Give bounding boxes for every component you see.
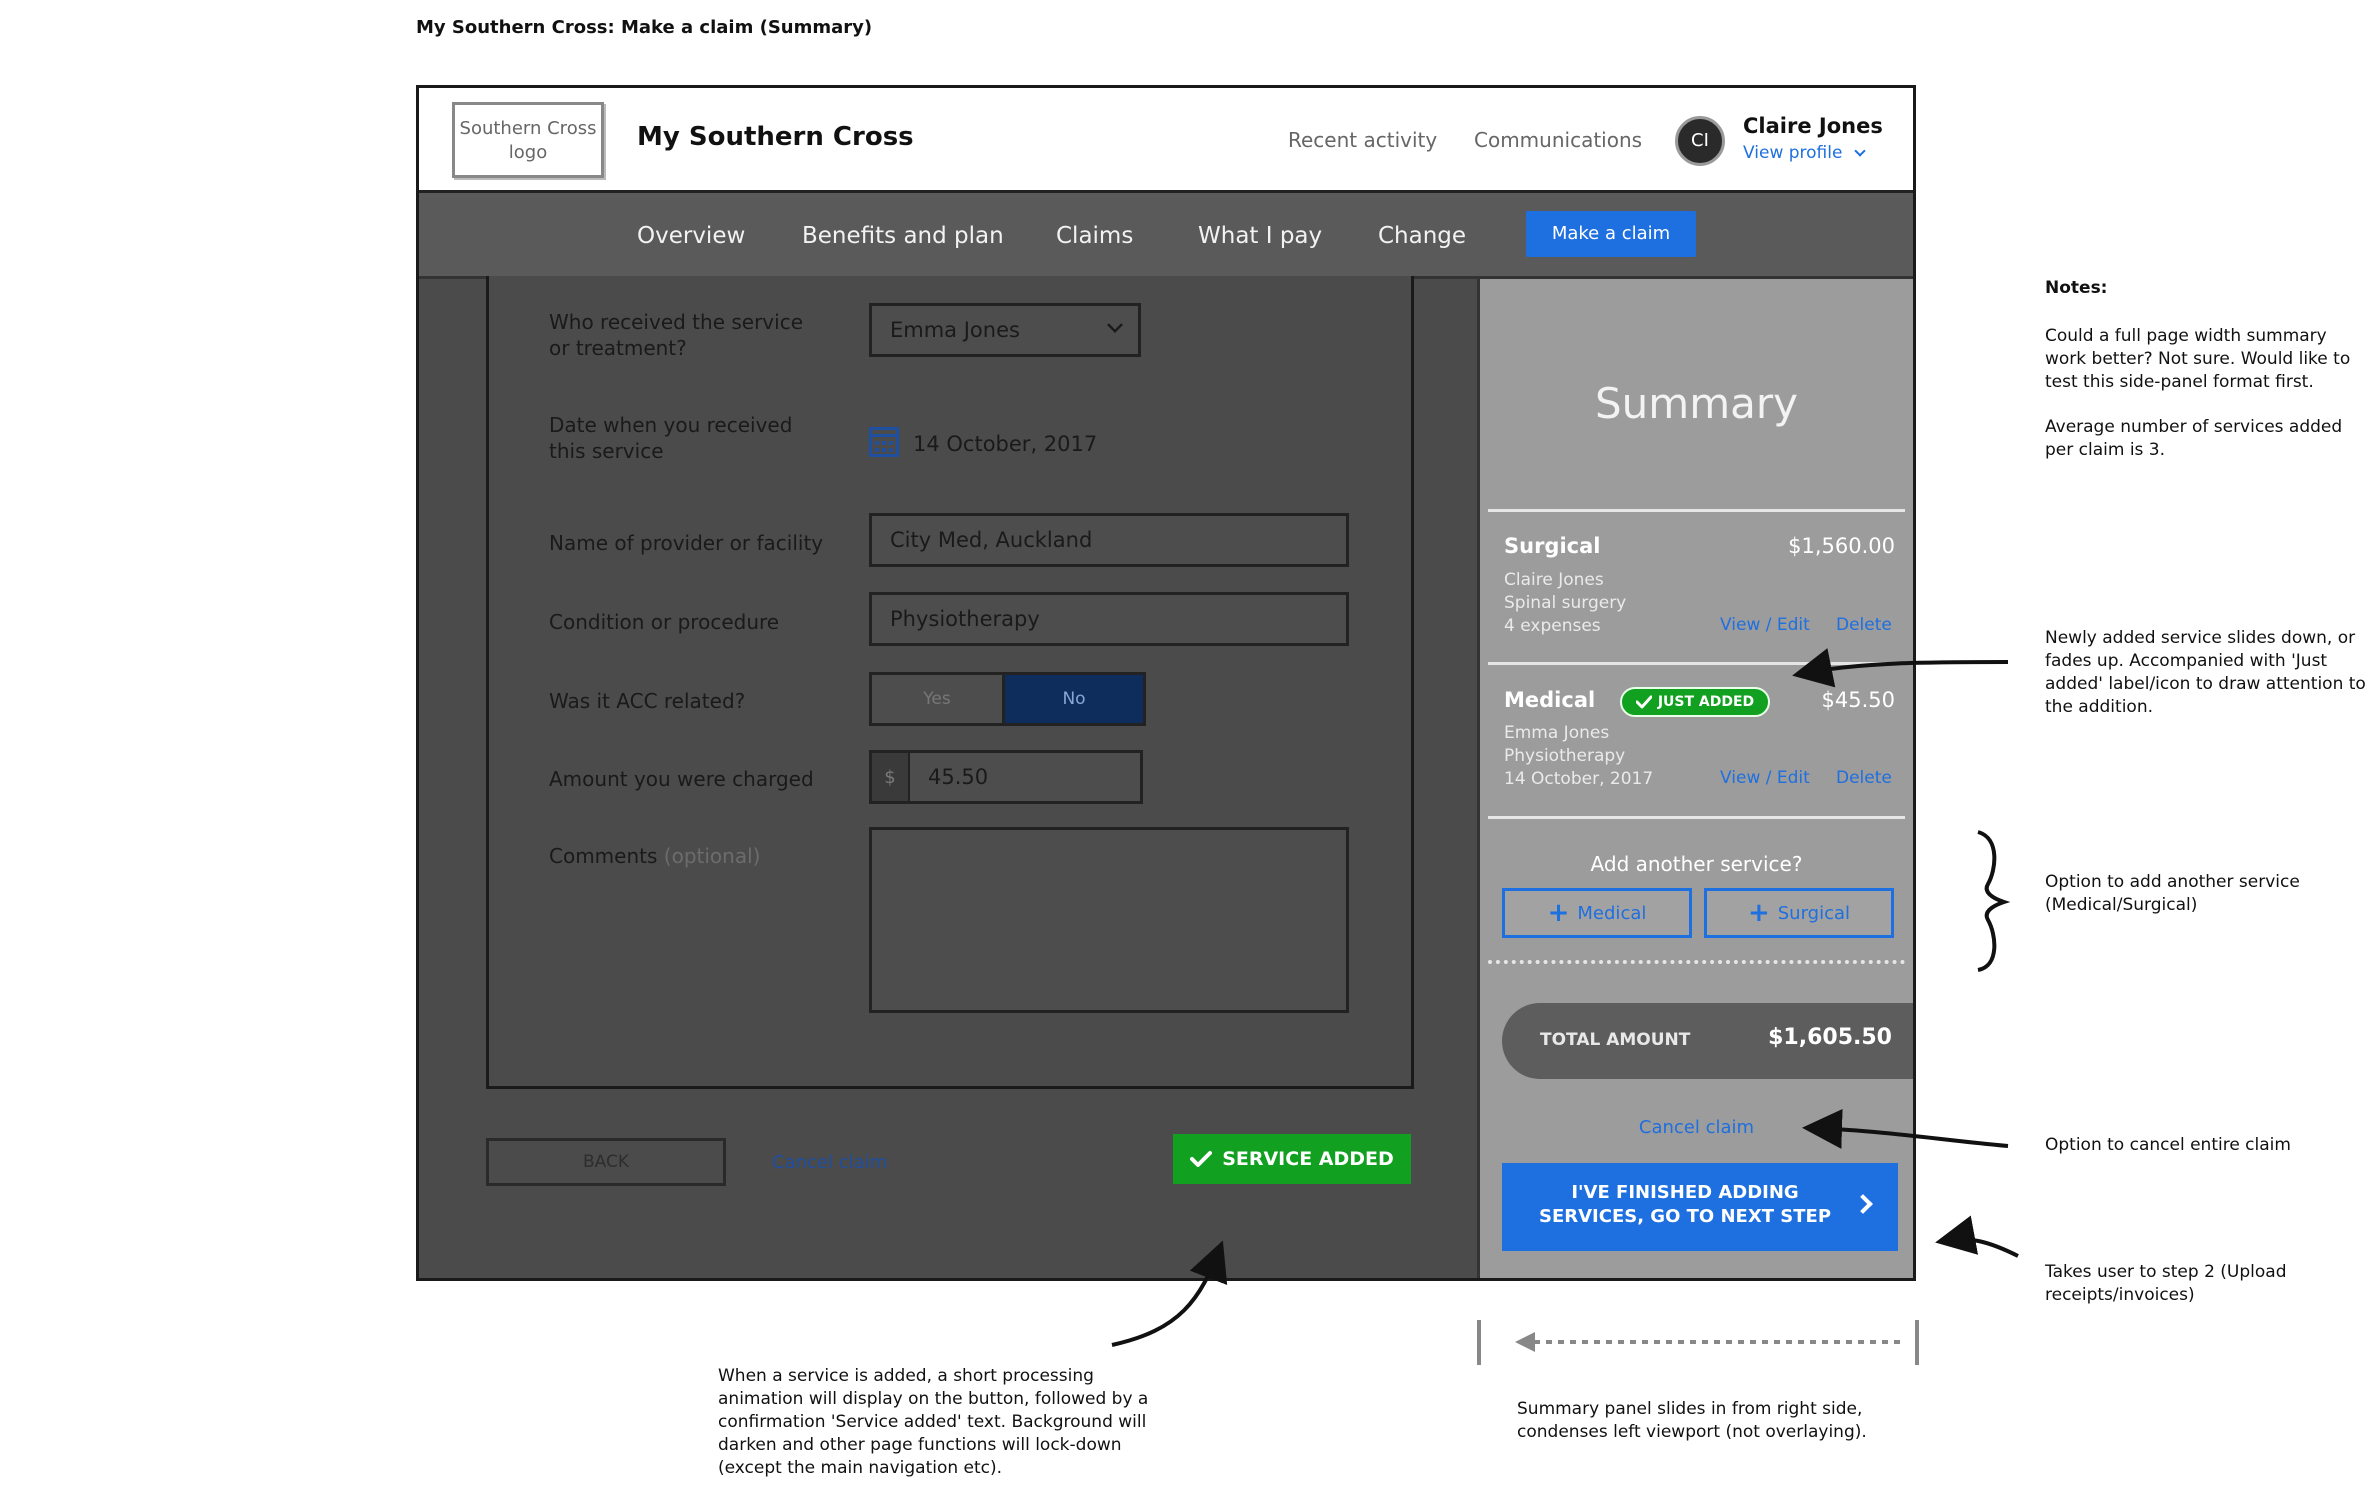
arrow-cancel-claim [1802, 1108, 2009, 1149]
arrow-just-added [1792, 648, 2009, 688]
annotation-arrows [1111, 648, 2019, 1365]
arrow-next-step [1935, 1215, 2019, 1258]
arrow-service-added [1111, 1240, 1228, 1347]
slide-arrow-head [1515, 1332, 1535, 1352]
brace-add-service [1977, 830, 2011, 972]
